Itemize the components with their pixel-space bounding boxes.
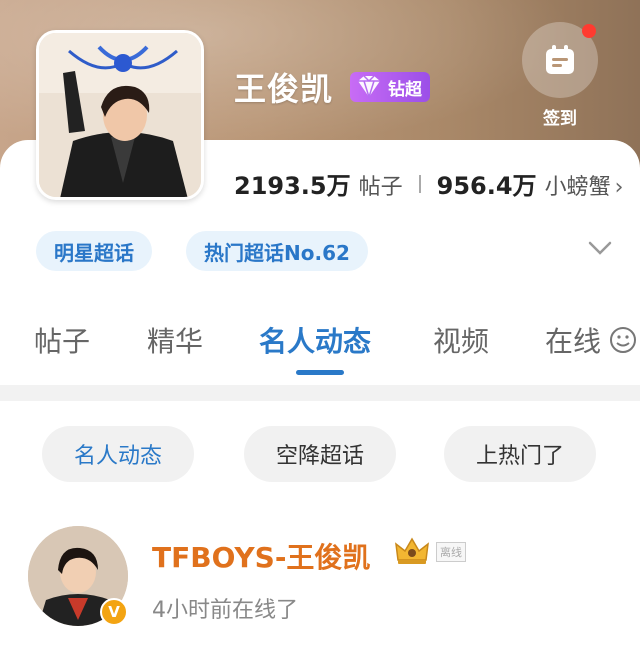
chevron-right-icon: › bbox=[614, 175, 624, 200]
tab-featured[interactable]: 精华 bbox=[147, 320, 203, 360]
tag-hot-rank[interactable]: 热门超话No.62 bbox=[186, 231, 368, 271]
posts-label: 帖子 bbox=[358, 175, 403, 200]
badge-label: 钻超 bbox=[388, 79, 422, 100]
diamond-icon bbox=[358, 75, 380, 99]
tab-online[interactable]: 在线 bbox=[545, 320, 601, 360]
super-badge[interactable]: 钻超 bbox=[350, 72, 430, 102]
stat-divider bbox=[418, 174, 421, 193]
active-tab-indicator bbox=[296, 370, 344, 375]
filter-trending[interactable]: 上热门了 bbox=[444, 426, 596, 482]
followers-label: 小螃蟹 bbox=[544, 175, 611, 200]
profile-avatar[interactable] bbox=[36, 30, 204, 200]
filter-celebrity-updates[interactable]: 名人动态 bbox=[42, 426, 194, 482]
tab-posts[interactable]: 帖子 bbox=[34, 320, 90, 360]
checkin-label[interactable]: 签到 bbox=[538, 104, 582, 129]
last-online-text: 4小时前在线了 bbox=[152, 598, 298, 623]
section-divider bbox=[0, 385, 640, 401]
notification-dot bbox=[582, 24, 596, 38]
checkin-button[interactable] bbox=[522, 22, 598, 98]
followers-count: 956.4万 bbox=[436, 172, 537, 200]
post-user-name[interactable]: TFBOYS-王俊凯 bbox=[152, 536, 370, 576]
tag-star-topic[interactable]: 明星超话 bbox=[36, 231, 152, 271]
smiley-icon bbox=[610, 327, 636, 353]
profile-stats[interactable]: 2193.5万 帖子 956.4万 小螃蟹 › bbox=[234, 166, 623, 201]
chevron-down-icon[interactable] bbox=[586, 238, 614, 258]
filter-airdrop-topic[interactable]: 空降超话 bbox=[244, 426, 396, 482]
posts-count: 2193.5万 bbox=[234, 172, 351, 200]
verified-icon: V bbox=[100, 598, 128, 626]
tab-bar: 帖子 精华 名人动态 视频 在线 bbox=[0, 320, 640, 370]
tab-celebrity-updates[interactable]: 名人动态 bbox=[259, 320, 371, 360]
crown-icon bbox=[395, 537, 429, 564]
calendar-icon bbox=[546, 45, 574, 74]
tab-videos[interactable]: 视频 bbox=[433, 320, 489, 360]
profile-name: 王俊凯 bbox=[234, 70, 334, 108]
status-badge: 离线 bbox=[436, 542, 466, 562]
